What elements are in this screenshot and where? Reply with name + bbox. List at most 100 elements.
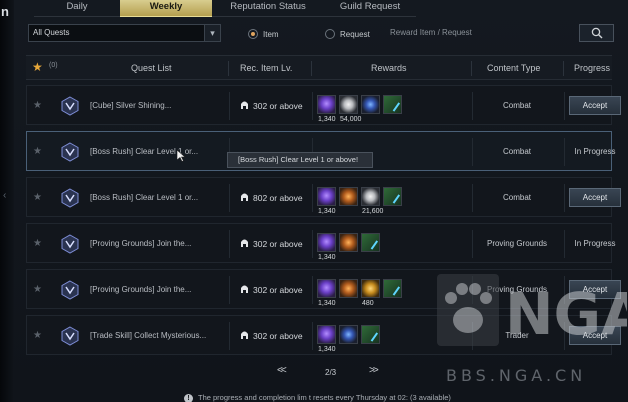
column-divider [311, 61, 312, 76]
table-row[interactable]: ★ [Proving Grounds] Join the... 302 or a… [26, 223, 615, 263]
green-shard-icon[interactable] [361, 325, 380, 344]
header-rec-item-lv: Rec. Item Lv. [240, 63, 293, 73]
reward-qty: 1,340 [318, 116, 336, 123]
row-star-icon[interactable]: ★ [33, 100, 42, 111]
quest-name: [Cube] Silver Shining... [90, 101, 172, 110]
first-page-button[interactable]: << [277, 365, 287, 376]
blue-orb-icon[interactable] [361, 95, 380, 114]
orange-chest-icon[interactable] [339, 187, 358, 206]
row-divider [564, 92, 565, 120]
helmet-icon [241, 193, 248, 201]
chevron-down-icon[interactable]: ▾ [204, 25, 220, 41]
rec-item-level: 802 or above [240, 192, 303, 203]
rec-item-level: 302 or above [240, 284, 303, 295]
radio-request-label: Request [340, 29, 370, 39]
accept-button[interactable]: Accept [569, 188, 621, 207]
rec-item-level: 302 or above [240, 330, 303, 341]
green-shard-icon[interactable] [383, 187, 402, 206]
purple-gem-icon[interactable]: 1,340 [317, 95, 336, 123]
rec-item-level-text: 302 or above [253, 239, 303, 249]
table-row[interactable]: ★ [Cube] Silver Shining... 302 or above … [26, 85, 621, 125]
content-type: Proving Grounds [486, 239, 548, 248]
quest-emblem-icon [61, 96, 79, 116]
rec-item-level-text: 302 or above [253, 101, 303, 111]
helmet-icon [241, 239, 248, 247]
quest-emblem-icon [61, 142, 79, 162]
reward-qty: 54,000 [340, 116, 362, 123]
reset-notice: ! The progress and completion lim t reset… [184, 393, 451, 402]
radio-request[interactable]: Request [325, 28, 370, 40]
green-shard-icon[interactable] [361, 233, 380, 252]
search-icon [591, 27, 602, 39]
nga-watermark-logo: NGA [437, 274, 628, 349]
rec-item-level: 302 or above [240, 238, 303, 249]
radio-item-dot[interactable] [248, 29, 258, 39]
row-divider [312, 230, 313, 258]
accept-button[interactable]: Accept [569, 96, 621, 115]
tab-reputation-status[interactable]: Reputation Status [212, 0, 324, 17]
mouse-cursor-icon [177, 150, 186, 162]
reward-list: 1,340 21,600 [317, 187, 402, 215]
quest-filter-dropdown[interactable]: All Quests ▾ [28, 24, 221, 42]
search-button[interactable] [579, 24, 614, 42]
helmet-icon [241, 101, 248, 109]
content-type: Combat [502, 101, 531, 110]
orange-chest-icon[interactable] [339, 279, 358, 298]
blue-orb-icon[interactable] [339, 325, 358, 344]
radio-item[interactable]: Item [248, 28, 279, 40]
rec-item-level-text: 802 or above [253, 193, 303, 203]
reward-list: 1,340 [317, 325, 380, 353]
row-divider [312, 184, 313, 212]
table-row[interactable]: ★ [Boss Rush] Clear Level 1 or... 802 or… [26, 177, 621, 217]
tab-guild-request[interactable]: Guild Request [324, 0, 416, 17]
column-divider [228, 61, 229, 76]
purple-gem-icon[interactable]: 1,340 [317, 233, 336, 261]
reward-qty: 1,340 [318, 300, 336, 307]
row-star-icon[interactable]: ★ [33, 146, 42, 157]
content-type: Combat [502, 193, 531, 202]
purple-gem-icon[interactable]: 1,340 [317, 279, 336, 307]
reward-qty: 1,340 [318, 254, 336, 261]
quest-board-window: Daily Weekly Reputation Status Guild Req… [14, 0, 628, 402]
silver-coin-icon[interactable]: 21,600 [361, 187, 383, 215]
quest-tooltip: [Boss Rush] Clear Level 1 or above! [227, 152, 373, 168]
column-divider [471, 61, 472, 76]
row-star-icon[interactable]: ★ [33, 330, 42, 341]
row-divider [312, 92, 313, 120]
favorite-star-icon[interactable]: ★ [32, 60, 43, 74]
helmet-icon [241, 331, 248, 339]
row-star-icon[interactable]: ★ [33, 238, 42, 249]
row-divider [564, 138, 565, 166]
purple-gem-icon[interactable]: 1,340 [317, 187, 336, 215]
page-indicator: 2/3 [325, 368, 337, 377]
row-star-icon[interactable]: ★ [33, 192, 42, 203]
tab-bar: Daily Weekly Reputation Status Guild Req… [34, 0, 416, 17]
reward-search-input[interactable]: Reward Item / Request [390, 24, 572, 42]
reset-notice-text: The progress and completion lim t resets… [198, 393, 451, 402]
column-divider [563, 61, 564, 76]
purple-gem-icon[interactable]: 1,340 [317, 325, 336, 353]
tab-daily[interactable]: Daily [34, 0, 120, 17]
favorite-count: (0) [49, 62, 58, 69]
orange-chest-icon[interactable] [339, 233, 358, 252]
row-divider [564, 230, 565, 258]
reward-qty: 480 [362, 300, 374, 307]
rec-item-level: 302 or above [240, 100, 303, 111]
progress-status: In Progress [574, 239, 616, 248]
header-content-type: Content Type [487, 63, 541, 73]
silver-coin-icon[interactable]: 54,000 [339, 95, 361, 123]
row-divider [564, 184, 565, 212]
row-divider [229, 276, 230, 304]
last-page-button[interactable]: >> [369, 365, 379, 376]
tab-weekly[interactable]: Weekly [120, 0, 212, 17]
gold-chest-icon[interactable]: 480 [361, 279, 380, 307]
green-shard-icon[interactable] [383, 95, 402, 114]
radio-request-dot[interactable] [325, 29, 335, 39]
row-divider [229, 92, 230, 120]
reward-qty: 21,600 [362, 208, 384, 215]
green-shard-icon[interactable] [383, 279, 402, 298]
reward-qty: 1,340 [318, 346, 336, 353]
row-divider [312, 322, 313, 350]
row-star-icon[interactable]: ★ [33, 284, 42, 295]
chevron-left-icon[interactable]: ‹ [3, 190, 6, 201]
